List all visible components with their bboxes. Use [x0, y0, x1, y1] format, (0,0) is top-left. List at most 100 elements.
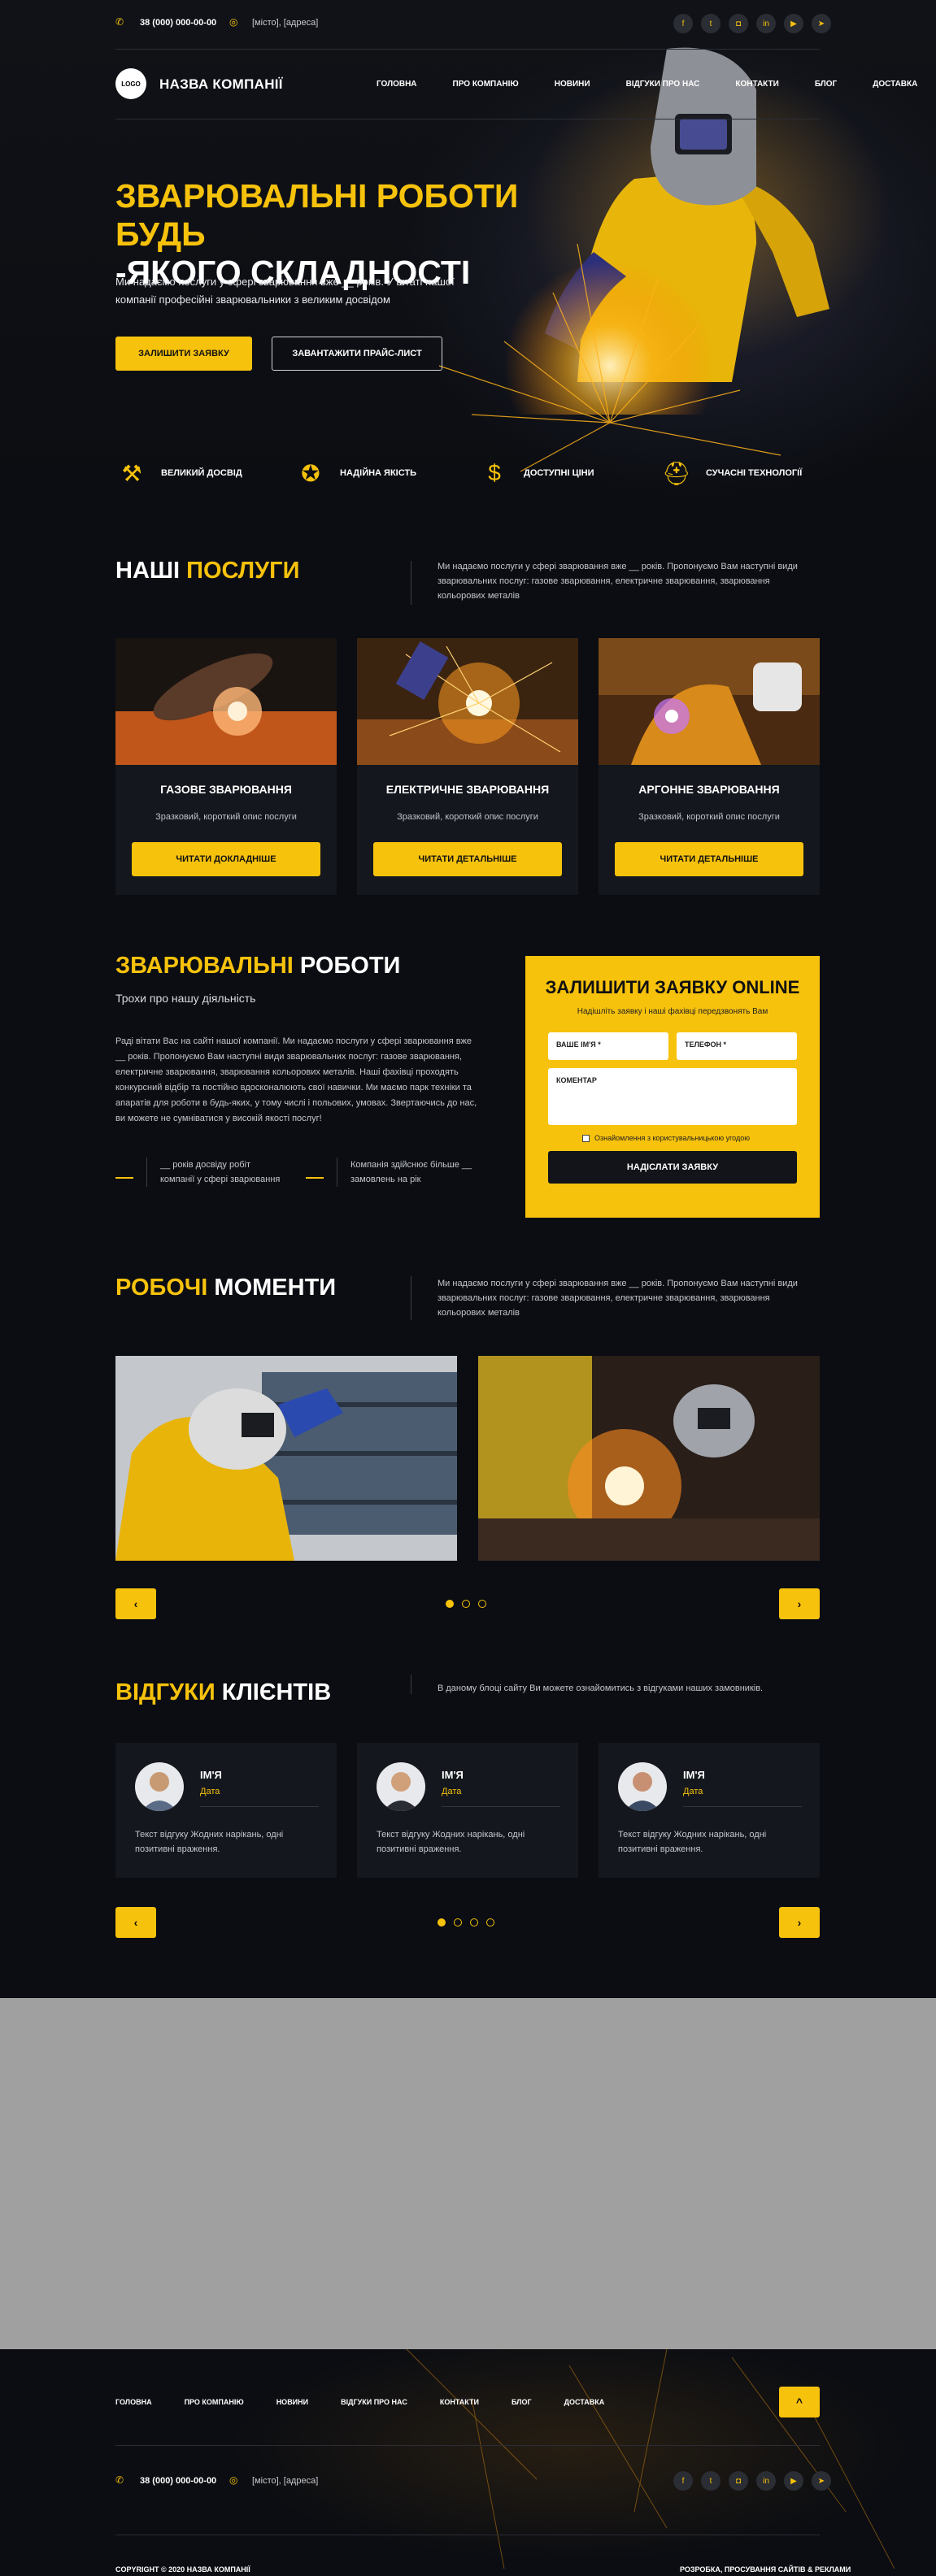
reviews-prev-button[interactable]: ‹ [115, 1907, 156, 1938]
nav-home[interactable]: ГОЛОВНА [377, 80, 417, 89]
divider [442, 1806, 560, 1807]
title-part: РОБОЧІ [115, 1275, 208, 1301]
comment-textarea[interactable]: КОМЕНТАР [548, 1068, 797, 1125]
service-readmore-button[interactable]: ЧИТАТИ ДЕТАЛЬНІШЕ [615, 842, 803, 876]
footer-nav-news[interactable]: НОВИНИ [276, 2398, 308, 2406]
facebook-icon[interactable]: f [673, 14, 693, 33]
footer-nav-delivery[interactable]: ДОСТАВКА [564, 2398, 605, 2406]
telegram-icon[interactable]: ➤ [812, 2471, 831, 2491]
reviews-next-button[interactable]: › [779, 1907, 820, 1938]
review-text: Текст відгуку Жодних нарікань, одні пози… [618, 1830, 767, 1854]
pagination-dot[interactable] [446, 1600, 454, 1608]
submit-button[interactable]: НАДІСЛАТИ ЗАЯВКУ [548, 1151, 797, 1184]
telegram-icon[interactable]: ➤ [812, 14, 831, 33]
nav-news[interactable]: НОВИНИ [555, 80, 590, 89]
reviews-title: ВІДГУКИ КЛІЄНТІВ [115, 1679, 331, 1706]
scroll-top-button[interactable]: ^ [779, 2387, 820, 2417]
star-laurel-icon: ✪ [301, 460, 320, 486]
location-icon: ◎ [229, 16, 238, 28]
footer-phone[interactable]: 38 (000) 000-00-00 [140, 2476, 216, 2486]
nav-about[interactable]: ПРО КОМПАНІЮ [453, 80, 519, 89]
pagination-dot[interactable] [454, 1918, 462, 1927]
linkedin-icon[interactable]: in [756, 2471, 776, 2491]
gallery-prev-button[interactable]: ‹ [115, 1588, 156, 1619]
gallery-title: РОБОЧІ МОМЕНТИ [115, 1275, 336, 1301]
avatar [618, 1762, 667, 1811]
location-icon: ◎ [229, 2474, 238, 2486]
copyright: COPYRIGHT © 2020 НАЗВА КОМПАНІЇ [115, 2565, 250, 2574]
gallery-photo-1[interactable] [115, 1356, 457, 1561]
accent-dash [115, 1177, 133, 1179]
top-phone[interactable]: 38 (000) 000-00-00 [140, 18, 216, 28]
nav-contacts[interactable]: КОНТАКТИ [735, 80, 778, 89]
hero-title-line1: ЗВАРЮВАЛЬНІ РОБОТИ БУДЬ [115, 177, 519, 253]
pagination-dot[interactable] [470, 1918, 478, 1927]
footer-nav-contacts[interactable]: КОНТАКТИ [440, 2398, 479, 2406]
twitter-icon[interactable]: t [701, 14, 721, 33]
footer-nav-home[interactable]: ГОЛОВНА [115, 2398, 152, 2406]
stat-orders: Компанія здійснює більше __ замовлень на… [306, 1158, 481, 1187]
divider [200, 1806, 319, 1807]
nav-reviews[interactable]: ВІДГУКИ ПРО НАС [626, 80, 700, 89]
youtube-icon[interactable]: ▶ [784, 14, 803, 33]
pagination-dot[interactable] [438, 1918, 446, 1927]
linkedin-icon[interactable]: in [756, 14, 776, 33]
pagination-dot[interactable] [478, 1600, 486, 1608]
phone-input[interactable]: ТЕЛЕФОН * [677, 1032, 797, 1060]
pagination-dot[interactable] [462, 1600, 470, 1608]
review-card: ІМ'Я Дата Текст відгуку Жодних нарікань,… [357, 1743, 578, 1878]
feature-technology: ⛑ СУЧАСНІ ТЕХНОЛОГІЇ [660, 457, 802, 489]
feature-prices: $ ДОСТУПНІ ЦІНИ [478, 457, 594, 489]
hero-request-button[interactable]: ЗАЛИШИТИ ЗАЯВКУ [115, 337, 252, 371]
agree-checkbox[interactable] [582, 1134, 590, 1142]
pagination-dot[interactable] [486, 1918, 494, 1927]
gallery-pagination [446, 1600, 486, 1608]
gallery-next-button[interactable]: › [779, 1588, 820, 1619]
nav-blog[interactable]: БЛОГ [815, 80, 837, 89]
footer-address: [місто], [адреса] [252, 2476, 319, 2486]
footer-nav-blog[interactable]: БЛОГ [512, 2398, 532, 2406]
stat-experience: __ років досвіду робіт компанії у сфері … [115, 1158, 282, 1187]
agree-label: Ознайомлення з користувальницькою угодою [594, 1134, 750, 1142]
service-title: ЕЛЕКТРИЧНЕ ЗВАРЮВАННЯ [385, 783, 550, 796]
argon-welding-image [599, 638, 820, 765]
youtube-icon[interactable]: ▶ [784, 2471, 803, 2491]
service-readmore-button[interactable]: ЧИТАТИ ДЕТАЛЬНІШЕ [373, 842, 562, 876]
footer-nav-reviews[interactable]: ВІДГУКИ ПРО НАС [341, 2398, 407, 2406]
service-readmore-button[interactable]: ЧИТАТИ ДОКЛАДНІШЕ [132, 842, 320, 876]
name-input[interactable]: ВАШЕ ІМ'Я * [548, 1032, 668, 1060]
agree-checkbox-row[interactable]: Ознайомлення з користувальницькою угодою [582, 1134, 750, 1142]
review-name: ІМ'Я [442, 1769, 464, 1781]
service-card-gas: ГАЗОВЕ ЗВАРЮВАННЯ Зразковий, короткий оп… [115, 638, 337, 895]
facebook-icon[interactable]: f [673, 2471, 693, 2491]
review-date: Дата [200, 1787, 220, 1796]
service-card-electric: ЕЛЕКТРИЧНЕ ЗВАРЮВАННЯ Зразковий, коротки… [357, 638, 578, 895]
divider [115, 49, 820, 50]
logo[interactable]: LOGO [115, 68, 146, 99]
top-bar: ✆ 38 (000) 000-00-00 ◎ [місто], [адреса]… [0, 0, 936, 49]
stat-text: __ років досвіду робіт компанії у сфері … [160, 1160, 281, 1184]
service-text: Зразковий, короткий опис послуги [155, 812, 297, 822]
about-title: ЗВАРЮВАЛЬНІ РОБОТИ [115, 953, 400, 980]
title-part: МОМЕНТИ [207, 1275, 337, 1301]
form-title: ЗАЛИШИТИ ЗАЯВКУ ONLINE [545, 977, 800, 997]
hero-text: Ми надаємо послуги у сфері зварювання вж… [115, 276, 455, 306]
instagram-icon[interactable]: ◘ [729, 14, 748, 33]
developer-credit[interactable]: РОЗРОБКА, ПРОСУВАННЯ САЙТІВ & РЕКЛАМИ [680, 2565, 851, 2574]
phone-icon: ✆ [115, 16, 124, 28]
review-text: Текст відгуку Жодних нарікань, одні пози… [377, 1830, 525, 1854]
nav-delivery[interactable]: ДОСТАВКА [873, 80, 917, 89]
hero-download-price-button[interactable]: ЗАВАНТАЖИТИ ПРАЙС-ЛИСТ [272, 337, 442, 371]
reviews-description: В даному блоці сайту Ви можете ознайомит… [438, 1683, 764, 1693]
service-text: Зразковий, короткий опис послуги [397, 812, 538, 822]
company-name[interactable]: НАЗВА КОМПАНІЇ [159, 76, 283, 93]
services-description: Ми надаємо послуги у сфері зварювання вж… [438, 562, 798, 601]
gallery-photo-2[interactable] [478, 1356, 820, 1561]
review-text: Текст відгуку Жодних нарікань, одні пози… [135, 1830, 284, 1854]
top-address: [місто], [адреса] [252, 18, 319, 28]
service-title: ГАЗОВЕ ЗВАРЮВАННЯ [160, 783, 292, 796]
instagram-icon[interactable]: ◘ [729, 2471, 748, 2491]
twitter-icon[interactable]: t [701, 2471, 721, 2491]
footer-nav-about[interactable]: ПРО КОМПАНІЮ [185, 2398, 244, 2406]
title-part: ПОСЛУГИ [186, 558, 300, 584]
